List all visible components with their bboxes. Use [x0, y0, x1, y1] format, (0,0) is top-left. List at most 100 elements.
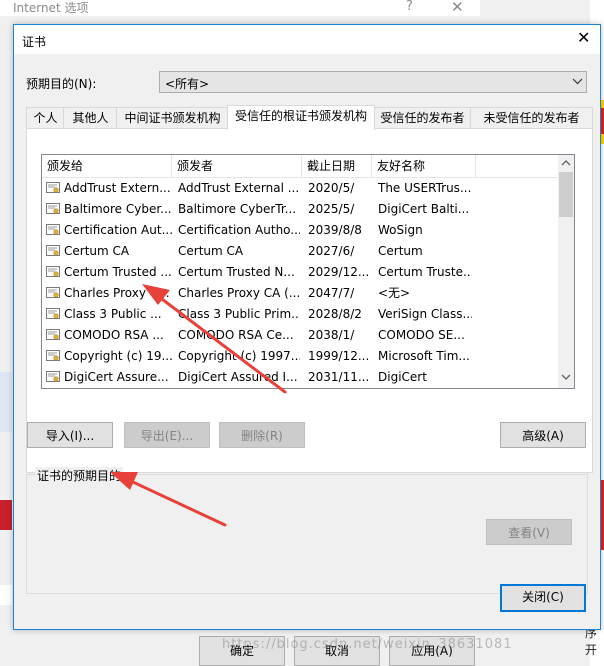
- purpose-select[interactable]: <所有>: [159, 71, 587, 93]
- cell-expiration: 2027/6/: [308, 244, 355, 258]
- purposes-group-label: 证书的预期目的: [35, 467, 124, 484]
- close-icon[interactable]: ✕: [577, 29, 590, 47]
- cell-issued-to: DigiCert Assure...: [64, 370, 169, 384]
- column-header-expiration[interactable]: 截止日期: [302, 155, 372, 177]
- cell-friendly-name: DigiCert: [378, 370, 427, 384]
- cell-issued-to: Certum CA: [64, 244, 130, 258]
- cell-expiration: 2029/12...: [308, 265, 370, 279]
- table-row[interactable]: Certum Trusted ... Certum Trusted N... 202…: [42, 262, 558, 283]
- scroll-up-icon[interactable]: [560, 159, 572, 170]
- tab-trusted-publishers[interactable]: 受信任的发布者: [373, 107, 472, 129]
- close-icon[interactable]: ✕: [451, 0, 464, 16]
- tab-personal[interactable]: 个人: [26, 107, 65, 129]
- scroll-down-icon[interactable]: [560, 373, 572, 384]
- cell-expiration: 1999/12...: [308, 349, 370, 363]
- help-icon[interactable]: ?: [406, 0, 413, 14]
- cell-issued-to: AddTrust Extern...: [64, 181, 171, 195]
- cell-issued-by: Copyright (c) 1997...: [178, 349, 300, 363]
- remove-button[interactable]: 删除(R): [219, 422, 305, 448]
- cell-issued-by: Class 3 Public Prim...: [178, 307, 300, 321]
- background-decor: [0, 585, 12, 605]
- background-decor: [0, 500, 12, 530]
- table-row[interactable]: DigiCert Assure... DigiCert Assured I... 2…: [42, 367, 558, 388]
- cell-friendly-name: Certum Truste...: [378, 265, 472, 279]
- cell-friendly-name: Microsoft Tim...: [378, 349, 470, 363]
- cell-issued-by: Certum Trusted N...: [178, 265, 295, 279]
- dialog-titlebar: 证书 ✕: [14, 25, 600, 54]
- table-row[interactable]: Certum CA Certum CA 2027/6/Certum: [42, 241, 558, 262]
- cert-icon: [46, 371, 60, 383]
- cert-icon: [46, 182, 60, 194]
- background-left-strip: [0, 0, 12, 666]
- cert-icon: [46, 350, 60, 362]
- table-row[interactable]: Baltimore Cyber... Baltimore CyberTr... 20…: [42, 199, 558, 220]
- cell-issued-by: COMODO RSA Ce...: [178, 328, 294, 342]
- cell-friendly-name: <无>: [378, 286, 411, 300]
- table-row[interactable]: AddTrust Extern... AddTrust External ... 2…: [42, 178, 558, 199]
- background-decor: [0, 372, 12, 432]
- cell-expiration: 2031/11...: [308, 370, 370, 384]
- cell-expiration: 2025/5/: [308, 202, 355, 216]
- tab-untrusted-publishers[interactable]: 未受信任的发布者: [470, 107, 593, 129]
- cell-issued-by: AddTrust External ...: [178, 181, 300, 195]
- cert-icon: [46, 203, 60, 215]
- certificate-tabs: 个人 其他人 中间证书颁发机构 受信任的根证书颁发机构 受信任的发布者 未受信任…: [26, 105, 593, 130]
- cell-expiration: 2028/8/2: [308, 307, 362, 321]
- cell-issued-by: Certum CA: [178, 244, 244, 258]
- cell-friendly-name: VeriSign Class...: [378, 307, 472, 321]
- internet-options-title: Internet 选项: [13, 1, 89, 15]
- purpose-label: 预期目的(N):: [26, 77, 97, 91]
- background-decor: [590, 0, 604, 20]
- scrollbar-thumb[interactable]: [559, 172, 573, 217]
- vertical-scrollbar[interactable]: [558, 155, 574, 388]
- cell-issued-to: Certification Aut...: [64, 223, 172, 237]
- cell-issued-to: Baltimore Cyber...: [64, 202, 172, 216]
- cell-issued-to: COMODO RSA ...: [64, 328, 164, 342]
- cell-issued-by: Baltimore CyberTr...: [178, 202, 297, 216]
- cert-icon: [46, 266, 60, 278]
- certificate-purposes-group: 证书的预期目的 查看(V): [26, 467, 588, 594]
- advanced-button[interactable]: 高级(A): [500, 422, 586, 448]
- dropdown-chevron-icon: [572, 73, 583, 92]
- table-row[interactable]: Certification Aut... Certification Autho.…: [42, 220, 558, 241]
- column-header-issued-to[interactable]: 颁发给: [42, 155, 172, 177]
- tab-other-people[interactable]: 其他人: [63, 107, 118, 129]
- certificate-list[interactable]: 颁发给 颁发者 截止日期 友好名称 AddTrust Extern... AddT…: [41, 154, 575, 389]
- import-button[interactable]: 导入(I)...: [27, 422, 113, 448]
- close-button[interactable]: 关闭(C): [500, 584, 586, 612]
- certificate-dialog: 证书 ✕ 预期目的(N): <所有> 个人 其他人 中间证书颁发机构 受信任的根…: [13, 24, 601, 630]
- cell-issued-to: Class 3 Public ...: [64, 307, 162, 321]
- tab-trusted-root-ca[interactable]: 受信任的根证书颁发机构: [227, 105, 375, 130]
- column-header-friendly-name[interactable]: 友好名称: [372, 155, 476, 177]
- dialog-title: 证书: [22, 35, 47, 49]
- cell-friendly-name: COMODO SE...: [378, 328, 465, 342]
- table-row[interactable]: Copyright (c) 19... Copyright (c) 1997...…: [42, 346, 558, 367]
- cell-friendly-name: The USERTrus...: [378, 181, 472, 195]
- table-row[interactable]: Charles Proxy C... Charles Proxy CA (... 2…: [42, 283, 558, 304]
- cert-icon: [46, 245, 60, 257]
- purpose-select-value: <所有>: [165, 77, 210, 91]
- cell-expiration: 2039/8/8: [308, 223, 362, 237]
- export-button[interactable]: 导出(E)...: [124, 422, 210, 448]
- cell-issued-to: Copyright (c) 19...: [64, 349, 172, 363]
- watermark: https://blog.csdn.net/weixin_38631081: [222, 637, 513, 652]
- column-header-issued-by[interactable]: 颁发者: [172, 155, 302, 177]
- cell-issued-by: Certification Autho...: [178, 223, 300, 237]
- cell-issued-to: Charles Proxy C...: [64, 286, 170, 300]
- tab-intermediate-ca[interactable]: 中间证书颁发机构: [116, 107, 229, 129]
- cert-icon: [46, 224, 60, 236]
- cell-expiration: 2047/7/: [308, 286, 355, 300]
- cert-icon: [46, 329, 60, 341]
- view-button[interactable]: 查看(V): [486, 519, 572, 545]
- cell-expiration: 2020/5/: [308, 181, 355, 195]
- cell-issued-by: Charles Proxy CA (...: [178, 286, 300, 300]
- cell-friendly-name: Certum: [378, 244, 423, 258]
- internet-options-titlebar: Internet 选项 ? ✕: [0, 0, 480, 16]
- table-row[interactable]: COMODO RSA ... COMODO RSA Ce... 2038/1/COM…: [42, 325, 558, 346]
- cell-issued-to: Certum Trusted ...: [64, 265, 172, 279]
- cell-friendly-name: DigiCert Balti...: [378, 202, 470, 216]
- cert-icon: [46, 308, 60, 320]
- cell-friendly-name: WoSign: [378, 223, 423, 237]
- table-row[interactable]: Class 3 Public ... Class 3 Public Prim...…: [42, 304, 558, 325]
- list-header: 颁发给 颁发者 截止日期 友好名称: [42, 155, 558, 178]
